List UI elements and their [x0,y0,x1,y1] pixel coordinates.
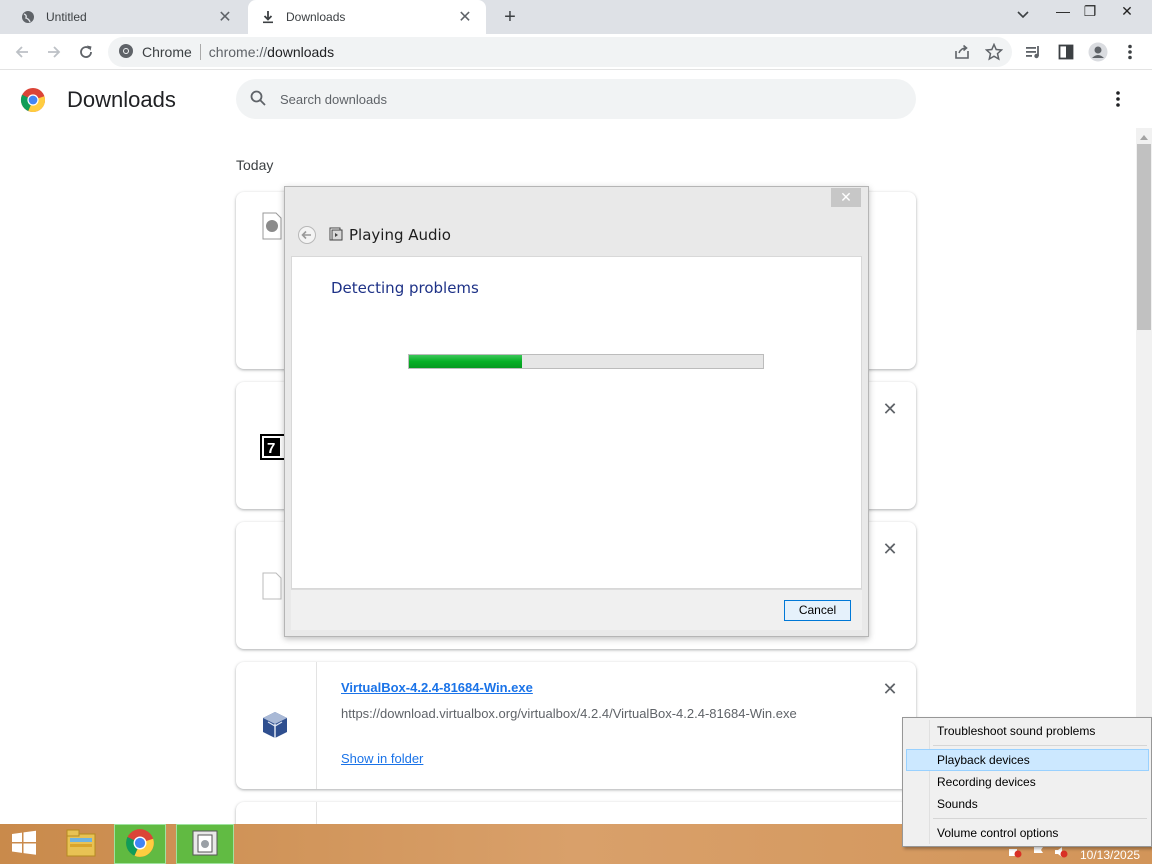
side-panel-icon[interactable] [1056,42,1076,62]
cancel-button[interactable]: Cancel [784,600,851,621]
menu-item-sounds[interactable]: Sounds [906,793,1149,815]
tab-search-chevron-icon[interactable] [1016,8,1036,26]
remove-download-icon[interactable]: ✕ [882,400,898,418]
detection-progress-bar [408,354,764,369]
search-downloads-box[interactable]: Search downloads [236,79,916,119]
file-explorer-taskbar-button[interactable] [54,824,108,864]
forward-arrow-icon[interactable] [42,40,66,64]
reload-icon[interactable] [74,40,98,64]
tray-volume-icon[interactable] [1054,846,1068,861]
omnibox-separator [199,44,201,60]
address-bar[interactable]: Chrome chrome://downloads [108,37,1012,67]
menu-separator [933,745,1147,746]
playing-audio-troubleshooter-dialog: ✕ Playing Audio Detecting problems Cance… [284,186,869,637]
url-text: chrome://downloads [208,44,335,60]
menu-separator [933,818,1147,819]
search-placeholder: Search downloads [280,91,387,107]
sound-tray-context-menu: Troubleshoot sound problems Playback dev… [902,717,1152,847]
troubleshooter-taskbar-button[interactable] [176,824,234,864]
restore-button[interactable]: ❐ [1073,0,1107,26]
downloads-header: Downloads Search downloads [0,71,1136,127]
tab-label: Untitled [46,10,87,24]
taskbar-clock-date: 10/13/2025 [1080,848,1141,862]
globe-icon [20,9,36,25]
date-section-label: Today [236,157,274,173]
site-label: Chrome [142,44,192,60]
progress-fill [409,355,523,368]
remove-download-icon[interactable]: ✕ [882,680,898,698]
close-window-button[interactable]: ✕ [1110,0,1144,26]
chrome-site-icon [118,43,134,62]
windows-logo-icon [11,830,37,859]
menu-item-troubleshoot-sound-problems[interactable]: Troubleshoot sound problems [906,720,1149,742]
chrome-logo-icon [20,87,46,113]
dialog-heading: Detecting problems [331,279,479,297]
file-explorer-icon [65,828,97,861]
download-card-virtualbox: VirtualBox-4.2.4-81684-Win.exe https://d… [236,662,916,789]
tab-untitled[interactable]: Untitled ✕ [8,0,246,34]
more-options-icon[interactable] [1108,89,1128,109]
menu-item-playback-devices[interactable]: Playback devices [906,749,1149,771]
dialog-title: Playing Audio [349,226,451,244]
download-source-url: https://download.virtualbox.org/virtualb… [341,706,797,721]
svg-text:7: 7 [267,440,275,457]
page-title: Downloads [67,87,176,112]
tray-flag-icon[interactable] [1032,846,1046,861]
chrome-logo-icon [125,828,155,861]
start-button[interactable] [0,824,48,864]
remove-download-icon[interactable]: ✕ [882,540,898,558]
menu-item-volume-control-options[interactable]: Volume control options [906,822,1149,844]
card-divider [316,662,317,789]
download-icon [260,9,276,25]
virtualbox-icon [260,710,290,740]
media-controls-icon[interactable] [1024,42,1044,62]
profile-avatar-icon[interactable] [1088,42,1108,62]
back-arrow-icon[interactable] [10,40,34,64]
download-filename-link[interactable]: VirtualBox-4.2.4-81684-Win.exe [341,680,533,695]
bookmark-star-icon[interactable] [984,42,1004,62]
tray-network-icon[interactable] [1008,846,1022,861]
page-scrollbar-thumb[interactable] [1137,144,1151,330]
tab-strip: Untitled ✕ Downloads ✕ + — ❐ ✕ [0,0,1152,34]
show-in-folder-link[interactable]: Show in folder [341,751,423,766]
dialog-close-button[interactable]: ✕ [831,188,861,207]
search-icon [250,90,266,109]
tab-label: Downloads [286,10,346,24]
troubleshooter-app-icon [329,227,343,241]
tab-close-icon[interactable]: ✕ [216,7,234,27]
toolbar: Chrome chrome://downloads [0,34,1152,70]
dialog-footer: Cancel [291,589,862,630]
chrome-taskbar-button[interactable] [114,824,166,864]
menu-item-recording-devices[interactable]: Recording devices [906,771,1149,793]
tab-close-icon[interactable]: ✕ [456,7,474,27]
share-icon[interactable] [952,42,972,62]
chrome-menu-icon[interactable] [1120,42,1140,62]
tab-downloads[interactable]: Downloads ✕ [248,0,486,34]
back-arrow-circle-icon[interactable] [297,225,317,245]
troubleshooter-app-icon [190,828,220,861]
scroll-up-arrow-icon[interactable] [1138,130,1150,140]
new-tab-button[interactable]: + [498,5,522,29]
dialog-content: Detecting problems [291,256,862,589]
